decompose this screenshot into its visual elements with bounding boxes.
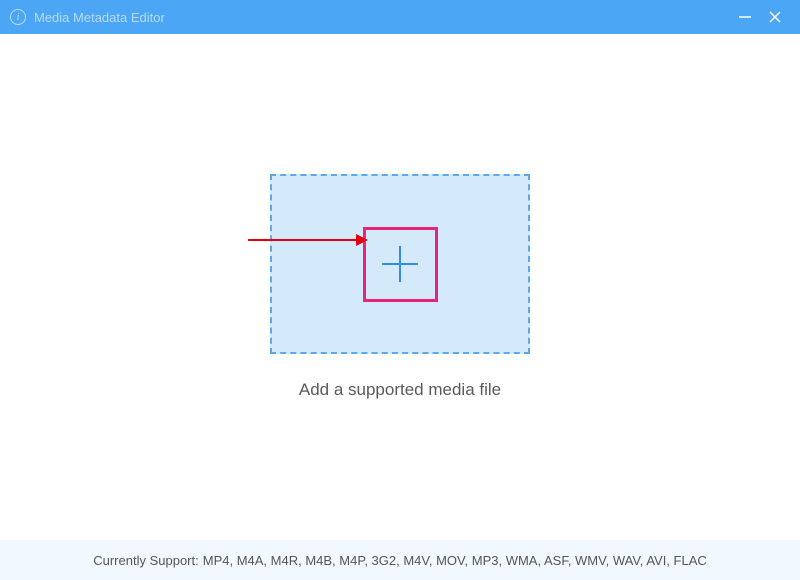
add-button[interactable] <box>363 227 438 302</box>
dropzone[interactable] <box>270 174 530 354</box>
footer-label: Currently Support: <box>93 553 199 568</box>
titlebar: i Media Metadata Editor <box>0 0 800 34</box>
info-icon: i <box>10 9 26 25</box>
plus-icon <box>376 240 424 288</box>
window-title: Media Metadata Editor <box>34 10 730 25</box>
close-button[interactable] <box>760 2 790 32</box>
main-content: Add a supported media file <box>0 34 800 540</box>
supported-formats: MP4, M4A, M4R, M4B, M4P, 3G2, M4V, MOV, … <box>203 553 707 568</box>
instruction-text: Add a supported media file <box>299 380 501 400</box>
minimize-button[interactable] <box>730 2 760 32</box>
footer: Currently Support: MP4, M4A, M4R, M4B, M… <box>0 540 800 580</box>
